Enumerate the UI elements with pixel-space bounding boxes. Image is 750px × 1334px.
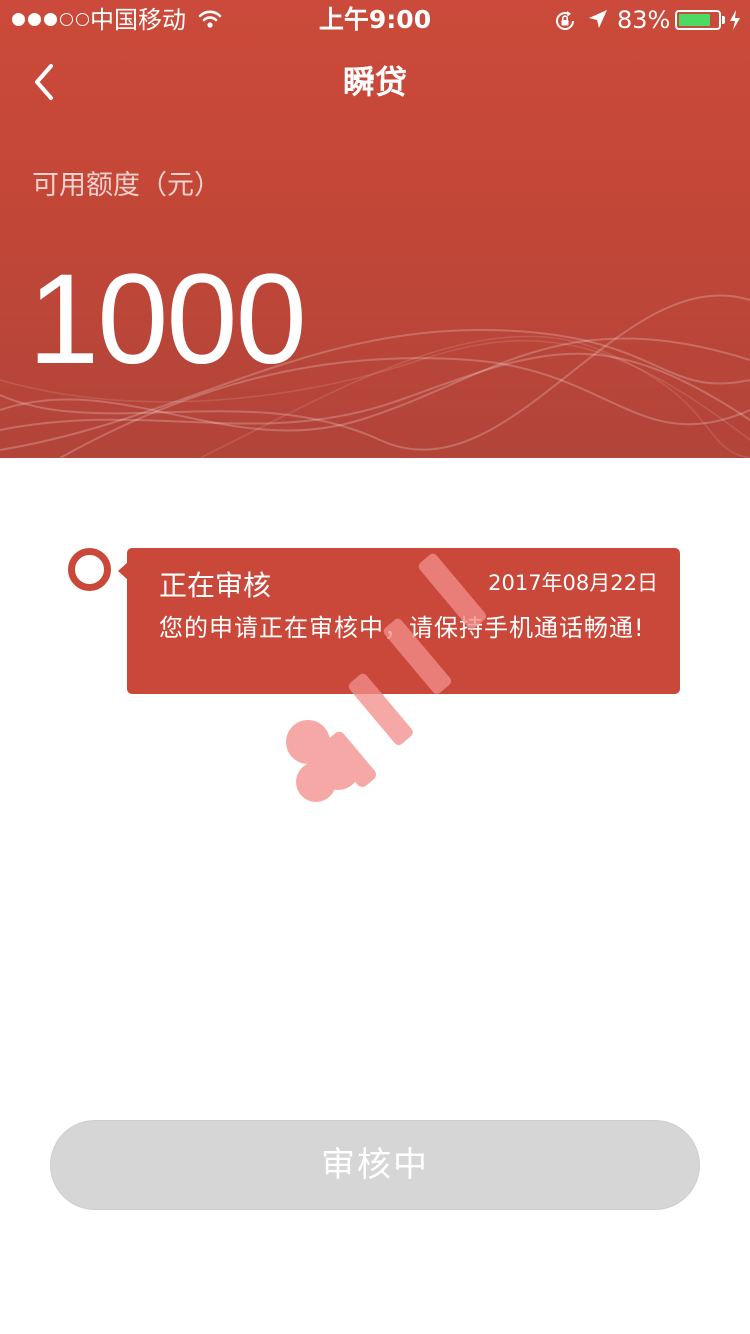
battery-percent: 83% <box>617 6 671 34</box>
status-date: 2017年08月22日 <box>488 571 658 595</box>
page-title: 瞬贷 <box>342 63 407 101</box>
watermark-logo <box>286 553 487 802</box>
status-title: 正在审核 <box>159 569 272 602</box>
available-credit-amount: 1000 <box>28 248 307 391</box>
charging-bolt-icon <box>730 10 740 30</box>
available-credit-label: 可用额度（元） <box>32 170 221 201</box>
battery-level <box>679 14 710 26</box>
battery-icon <box>675 10 721 30</box>
location-arrow-icon <box>589 10 607 28</box>
battery-cap <box>722 16 725 24</box>
loan-status-screen: 中国移动 上午9:00 83% 瞬贷 可用额度（元） 1000 正在审核 201… <box>0 0 750 1334</box>
card-pointer <box>118 562 128 580</box>
rotation-lock-icon <box>556 11 574 30</box>
review-status-button[interactable]: 审核中 <box>50 1120 700 1210</box>
status-bar: 中国移动 上午9:00 83% <box>0 0 750 40</box>
credit-header: 中国移动 上午9:00 83% 瞬贷 可用额度（元） 1000 <box>0 0 750 458</box>
timeline-node-icon <box>68 548 111 591</box>
